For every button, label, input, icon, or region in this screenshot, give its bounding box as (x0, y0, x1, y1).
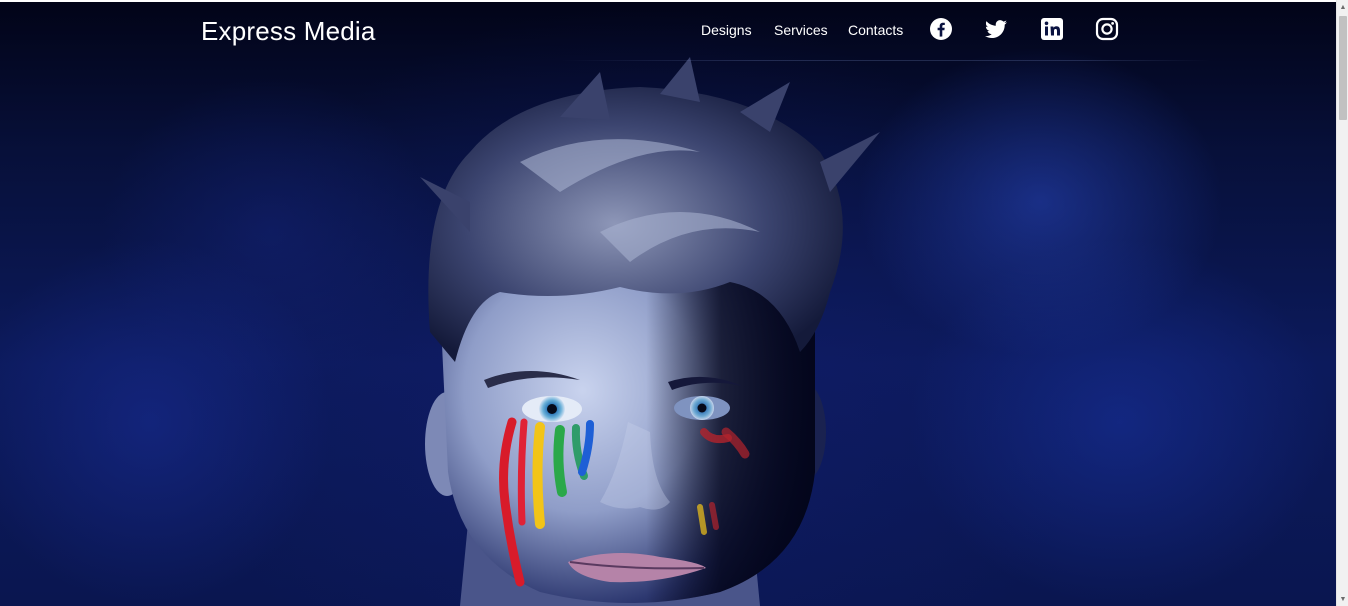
twitter-icon[interactable] (984, 17, 1008, 41)
scrollbar-thumb[interactable] (1339, 16, 1347, 120)
instagram-icon[interactable] (1095, 17, 1119, 41)
browser-viewport: Express Media Designs Services Contacts (0, 0, 1336, 606)
linkedin-icon[interactable] (1040, 17, 1064, 41)
nav-contacts[interactable]: Contacts (848, 22, 903, 38)
facebook-icon[interactable] (929, 17, 953, 41)
nav-designs[interactable]: Designs (701, 22, 752, 38)
scroll-up-arrow-icon[interactable]: ▲ (1337, 0, 1348, 14)
scroll-down-arrow-icon[interactable]: ▼ (1337, 592, 1348, 606)
navbar: Express Media Designs Services Contacts (0, 2, 1336, 61)
hero-portrait (420, 57, 880, 606)
hero-image (0, 2, 1336, 606)
vertical-scrollbar[interactable]: ▲ ▼ (1336, 0, 1348, 606)
brand-logo[interactable]: Express Media (201, 16, 376, 47)
nav-services[interactable]: Services (774, 22, 828, 38)
nav-divider (560, 60, 1210, 61)
